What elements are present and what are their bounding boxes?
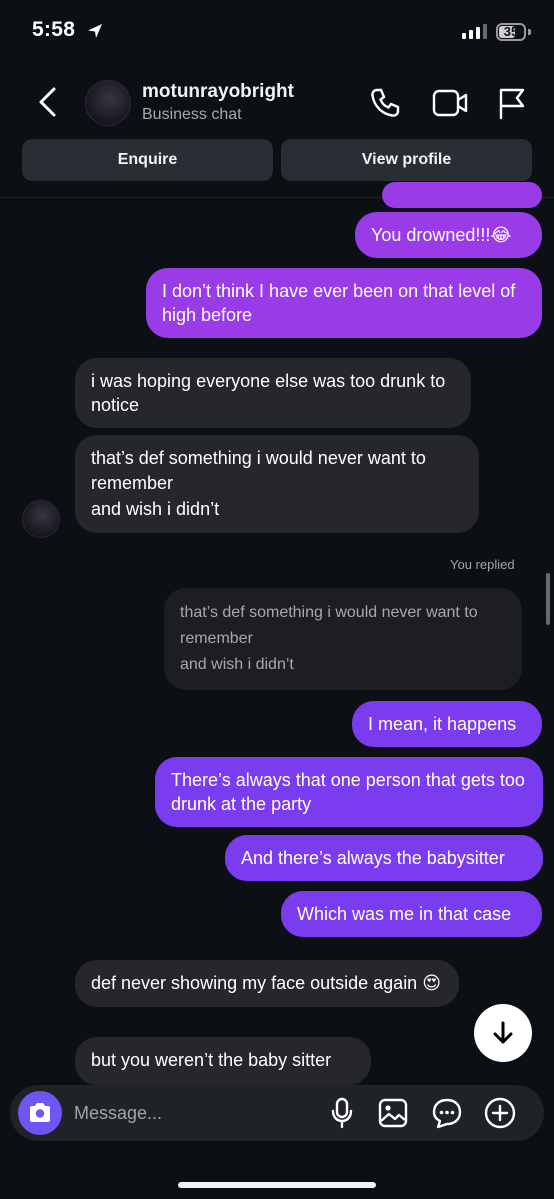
video-icon[interactable]	[431, 86, 469, 120]
sticker-chat-icon[interactable]	[430, 1096, 464, 1130]
gallery-icon[interactable]	[377, 1096, 409, 1130]
message-text: that’s def something i would never want …	[91, 448, 426, 493]
message-input[interactable]	[74, 1101, 314, 1125]
avatar[interactable]	[85, 80, 131, 126]
replied-label: You replied	[450, 557, 515, 572]
reply-quote-text: that’s def something i would never want …	[180, 604, 478, 647]
message-text: but you weren’t the baby sitter	[91, 1050, 332, 1070]
signal-icon	[462, 24, 487, 39]
view-profile-button[interactable]: View profile	[281, 139, 532, 181]
message-sent[interactable]: There’s always that one person that gets…	[155, 757, 543, 827]
message-received[interactable]: i was hoping everyone else was too drunk…	[75, 358, 471, 428]
message-text: def never showing my face outside again …	[91, 973, 441, 993]
battery-cap	[528, 29, 531, 35]
message-received[interactable]: that’s def something i would never want …	[75, 435, 479, 533]
avatar[interactable]	[22, 500, 60, 538]
location-arrow-icon	[88, 24, 102, 38]
message-bubble-partial[interactable]	[382, 182, 542, 208]
reply-quote[interactable]: that’s def something i would never want …	[164, 588, 522, 690]
arrow-down-icon	[493, 1021, 513, 1044]
battery-level: 35	[503, 24, 519, 39]
battery-icon: 35	[496, 23, 526, 41]
camera-button[interactable]	[18, 1091, 62, 1135]
back-chevron-icon[interactable]	[36, 86, 60, 118]
scrollbar[interactable]	[546, 573, 550, 625]
message-text: and wish i didn’t	[91, 499, 220, 519]
camera-icon	[30, 1103, 50, 1122]
message-sent[interactable]: And there’s always the babysitter	[225, 835, 543, 881]
message-text: I mean, it happens	[368, 714, 517, 734]
scroll-down-button[interactable]	[474, 1004, 532, 1062]
message-text: You drowned!!!😂	[371, 225, 512, 245]
message-received[interactable]: def never showing my face outside again …	[75, 960, 459, 1007]
message-received[interactable]: but you weren’t the baby sitter	[75, 1037, 371, 1085]
message-sent[interactable]: Which was me in that case	[281, 891, 542, 937]
reply-quote-text: and wish i didn’t	[180, 656, 294, 673]
message-text: I don’t think I have ever been on that l…	[162, 281, 516, 325]
message-sent[interactable]: You drowned!!!😂	[355, 212, 542, 258]
flag-icon[interactable]	[496, 86, 528, 120]
message-text: And there’s always the babysitter	[241, 848, 505, 868]
enquire-button[interactable]: Enquire	[22, 139, 273, 181]
plus-circle-icon[interactable]	[483, 1096, 517, 1130]
message-text: i was hoping everyone else was too drunk…	[91, 371, 446, 415]
chat-subtitle: Business chat	[142, 106, 242, 123]
message-text: Which was me in that case	[297, 904, 512, 924]
status-time: 5:58	[32, 18, 76, 41]
message-text: There’s always that one person that gets…	[171, 770, 525, 814]
phone-icon[interactable]	[368, 86, 402, 120]
home-indicator[interactable]	[178, 1182, 376, 1188]
message-sent[interactable]: I don’t think I have ever been on that l…	[146, 268, 542, 338]
microphone-icon[interactable]	[329, 1096, 355, 1130]
chat-username[interactable]: motunrayobright	[142, 81, 294, 103]
message-sent[interactable]: I mean, it happens	[352, 701, 542, 747]
